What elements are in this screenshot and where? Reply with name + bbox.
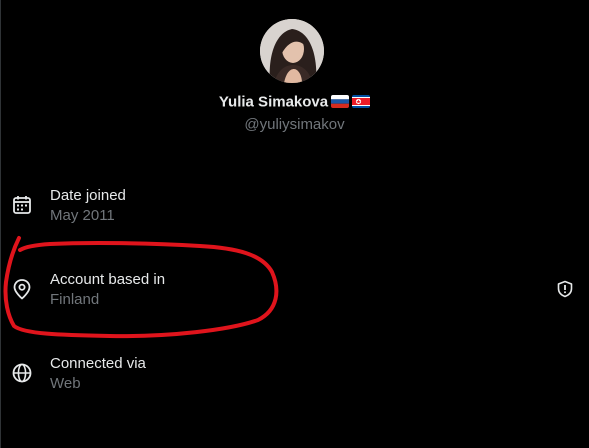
about-row-account-based-in: Account based in Finland [0, 264, 589, 324]
display-name[interactable]: Yulia Simakova [219, 93, 328, 110]
about-value: May 2011 [50, 207, 115, 224]
calendar-icon [11, 194, 33, 216]
profile-name-row: Yulia Simakova [0, 93, 589, 111]
russia-flag-icon [331, 95, 350, 109]
shield-alert-icon[interactable] [556, 280, 574, 298]
profile-handle: @yuliysimakov [244, 116, 345, 133]
avatar[interactable] [260, 19, 324, 83]
about-value: Web [50, 375, 81, 392]
about-row-connected-via: Connected via Web [0, 348, 589, 408]
about-value: Finland [50, 291, 100, 308]
about-label: Account based in [50, 271, 166, 288]
north-korea-flag-icon [352, 95, 371, 109]
location-pin-icon [11, 278, 33, 300]
globe-icon [11, 362, 33, 384]
about-row-date-joined: Date joined May 2011 [0, 180, 589, 240]
about-label: Connected via [50, 355, 146, 372]
about-label: Date joined [50, 187, 126, 204]
